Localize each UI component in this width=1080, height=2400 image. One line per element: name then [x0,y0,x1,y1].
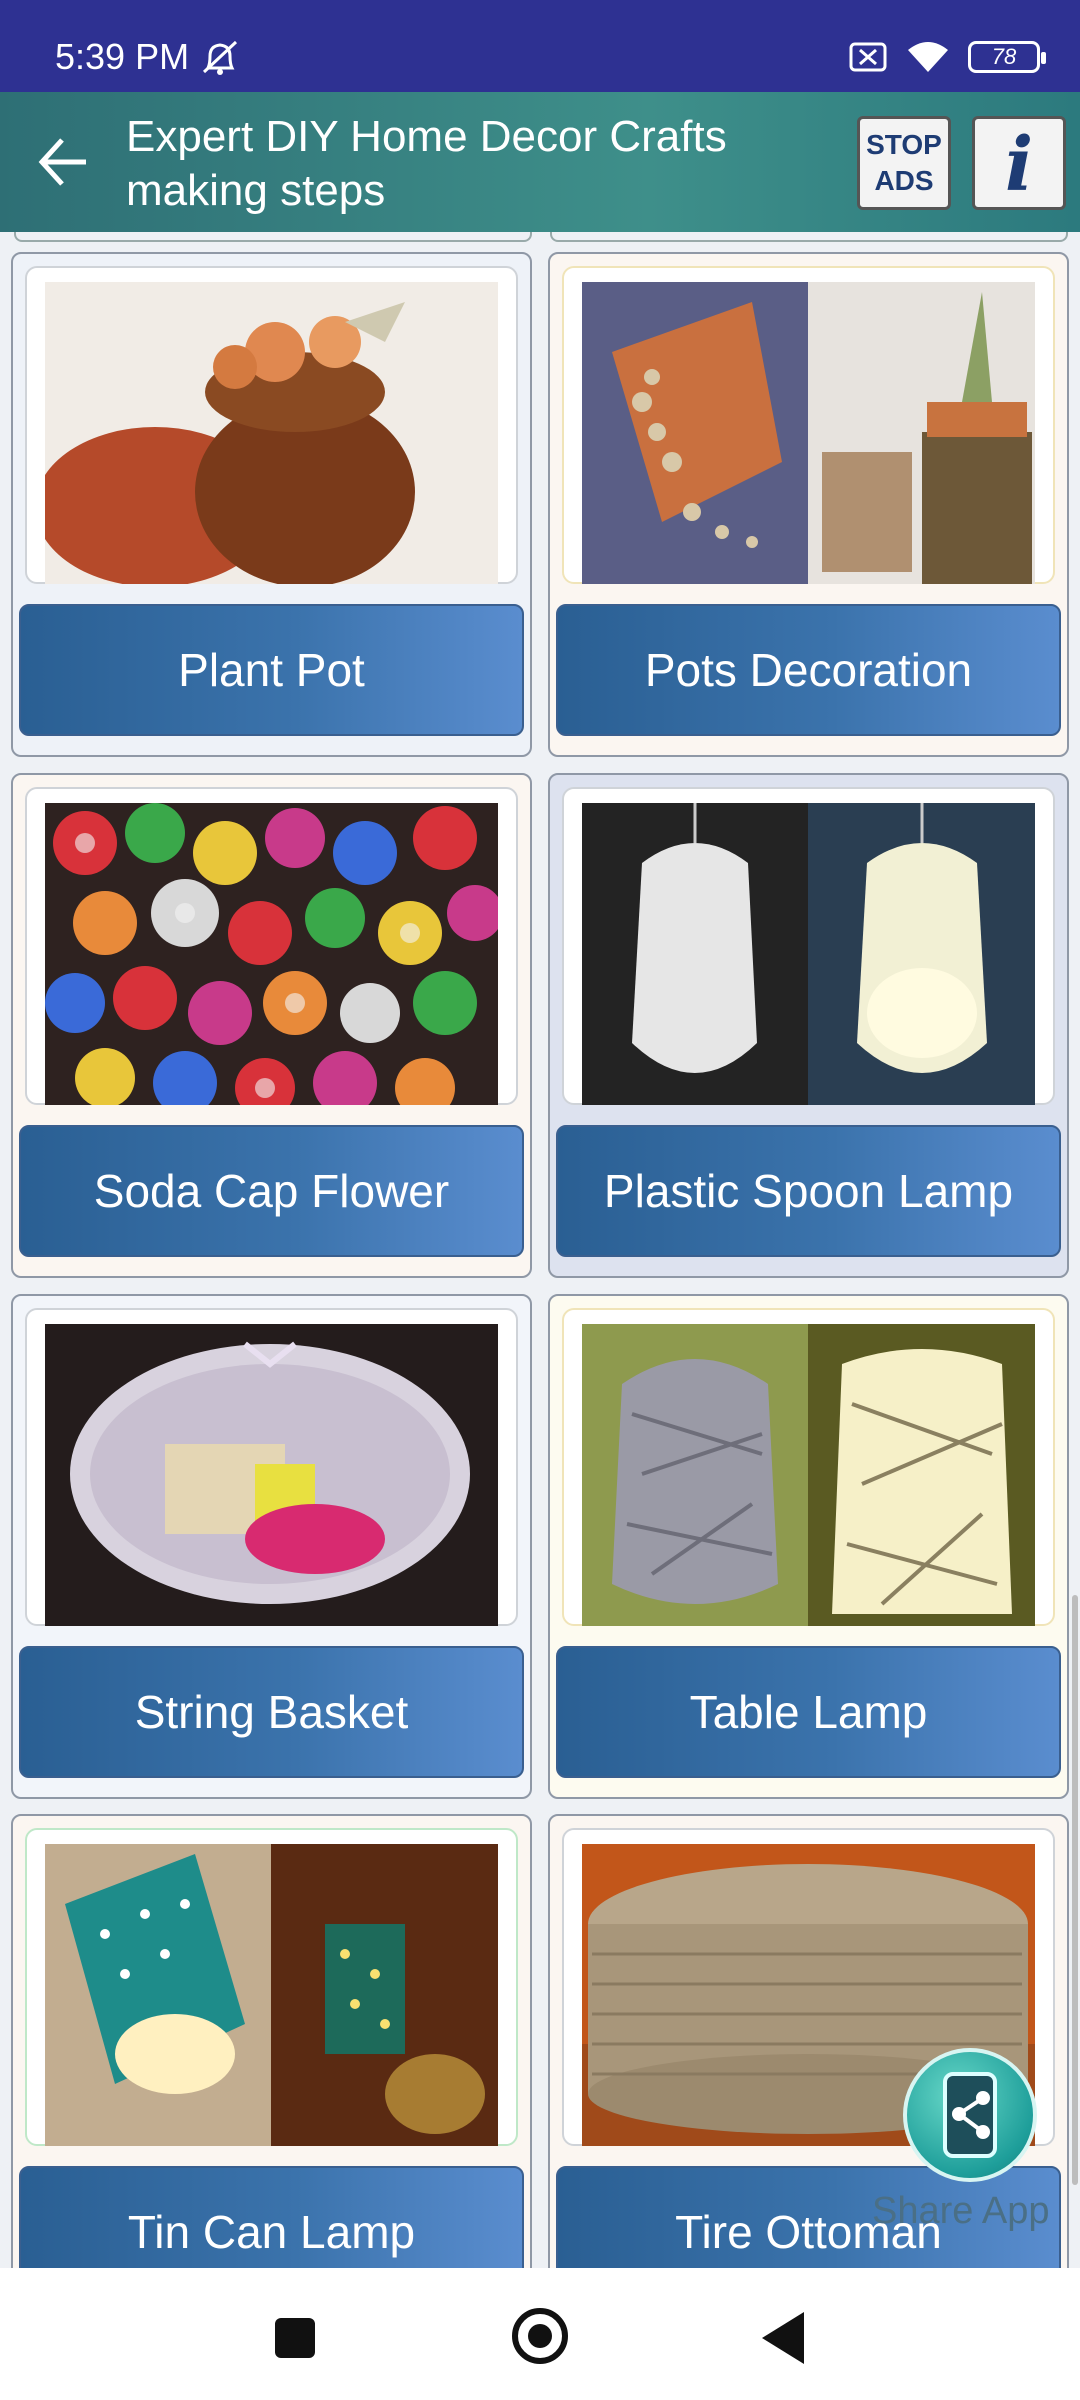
share-app-label[interactable]: Share App [872,2190,1049,2233]
item-card-tin-can-lamp[interactable]: Tin Can Lamp [11,1814,532,2268]
status-icons: 78 [848,40,1046,74]
image-frame [25,1828,518,2146]
image-frame [562,787,1055,1105]
item-card-string-basket[interactable]: String Basket [11,1294,532,1799]
sim-off-icon [849,42,887,72]
item-card-pots-decoration[interactable]: Pots Decoration [548,252,1069,757]
tin-can-lamp-image [45,1844,498,2146]
item-button[interactable]: String Basket [19,1646,524,1778]
info-button[interactable]: i [972,116,1066,210]
home-icon[interactable] [512,2308,568,2364]
item-card-soda-cap-flower[interactable]: Soda Cap Flower [11,773,532,1278]
battery-icon: 78 [968,41,1046,73]
item-button[interactable]: Tin Can Lamp [19,2166,524,2268]
scrollbar[interactable] [1072,1595,1078,2185]
previous-card-edge [14,232,532,242]
pots-decoration-image [582,282,1035,584]
status-bar: 5:39 PM 78 [0,0,1080,92]
item-button[interactable]: Plant Pot [19,604,524,736]
soda-cap-flower-image [45,803,498,1105]
plant-pot-image [45,282,498,584]
item-card-plastic-spoon-lamp[interactable]: Plastic Spoon Lamp [548,773,1069,1278]
status-time: 5:39 PM [55,36,190,77]
item-button[interactable]: Table Lamp [556,1646,1061,1778]
recents-icon[interactable] [275,2318,315,2358]
image-frame [25,1308,518,1626]
item-card-plant-pot[interactable]: Plant Pot [11,252,532,757]
item-card-table-lamp[interactable]: Table Lamp [548,1294,1069,1799]
item-button[interactable]: Pots Decoration [556,604,1061,736]
item-button[interactable]: Plastic Spoon Lamp [556,1125,1061,1257]
system-nav-bar [0,2268,1080,2400]
back-triangle-icon[interactable] [762,2312,804,2364]
image-frame [25,266,518,584]
share-app-button[interactable] [903,2048,1037,2182]
page-title: Expert DIY Home Decor Crafts making step… [126,112,727,215]
wifi-icon [908,42,948,72]
image-frame [25,787,518,1105]
table-lamp-image [582,1324,1035,1626]
image-frame [562,266,1055,584]
plastic-spoon-lamp-image [582,803,1035,1105]
image-frame [562,1308,1055,1626]
app-bar: Expert DIY Home Decor Crafts making step… [0,92,1080,232]
stop-ads-button[interactable]: STOP ADS [857,116,951,210]
previous-card-edge [550,232,1068,242]
back-arrow-icon[interactable] [34,132,94,192]
share-phone-icon [943,2072,997,2158]
bell-muted-icon [202,40,238,75]
item-button[interactable]: Soda Cap Flower [19,1125,524,1257]
items-grid: Plant Pot Pots Decoration Soda Cap Flowe… [0,232,1080,2268]
string-basket-image [45,1324,498,1626]
